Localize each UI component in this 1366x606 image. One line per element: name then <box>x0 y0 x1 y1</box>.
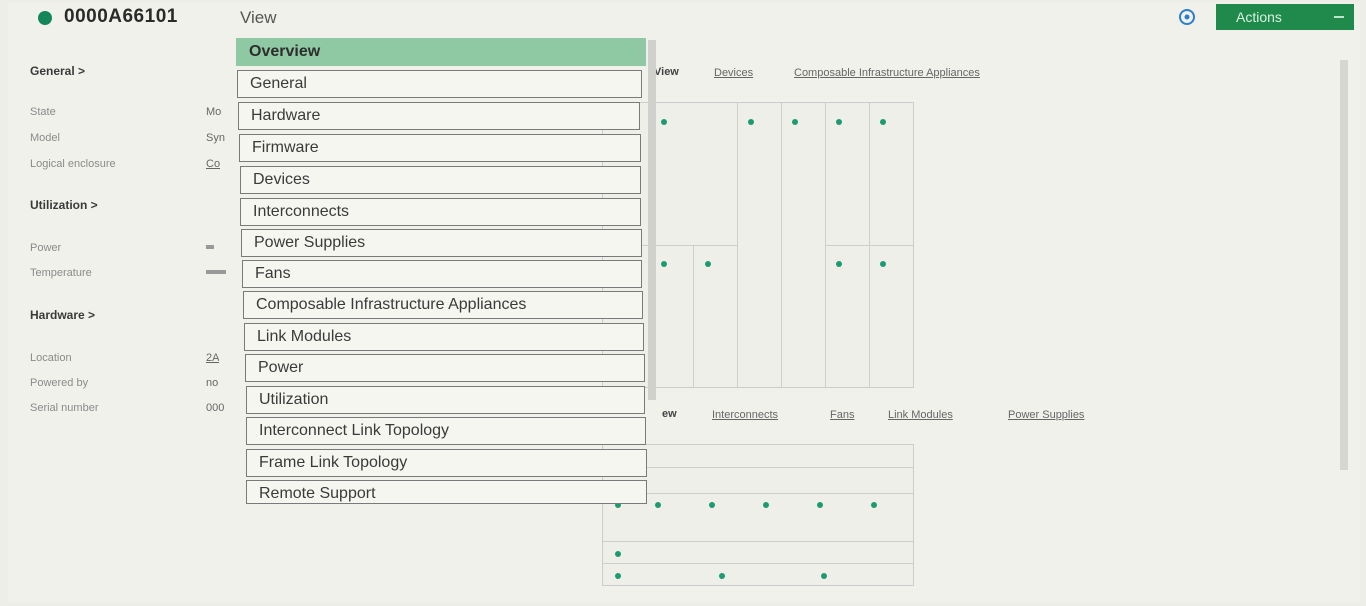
field-label-temperature: Temperature <box>30 267 92 279</box>
menu-scrollbar[interactable] <box>648 40 656 400</box>
field-label-state: State <box>30 106 56 118</box>
menu-item-interconnect-link-topology[interactable]: Interconnect Link Topology <box>246 417 646 445</box>
rear-enclosure-diagram[interactable] <box>602 444 914 586</box>
menu-item-devices[interactable]: Devices <box>240 166 641 194</box>
menu-item-overview[interactable]: Overview <box>236 38 646 66</box>
menu-item-firmware[interactable]: Firmware <box>239 134 641 162</box>
rear-fan-led <box>709 502 715 508</box>
menu-item-interconnects[interactable]: Interconnects <box>240 198 641 226</box>
field-value-logical-enclosure[interactable]: Co <box>206 158 220 170</box>
actions-button-label: Actions <box>1236 9 1282 25</box>
front-bay-led <box>661 119 667 125</box>
page-scrollbar[interactable] <box>1340 60 1348 470</box>
temperature-utilization-bar <box>206 270 226 274</box>
field-label-power: Power <box>30 242 62 254</box>
menu-item-frame-link-topology[interactable]: Frame Link Topology <box>246 449 647 477</box>
rear-psu-led <box>719 573 725 579</box>
enclosure-page: 0000A66101 View Actions General > State … <box>8 2 1360 602</box>
actions-button[interactable]: Actions <box>1216 4 1354 30</box>
menu-item-power-supplies[interactable]: Power Supplies <box>241 229 642 257</box>
field-label-powered-by: Powered by <box>30 377 89 389</box>
menu-item-utilization[interactable]: Utilization <box>246 386 645 414</box>
field-value-model: Syn <box>206 132 225 144</box>
rear-fan-led <box>871 502 877 508</box>
help-icon[interactable] <box>1178 8 1196 26</box>
tab-rear-link-modules[interactable]: Link Modules <box>888 409 953 421</box>
front-bay-led <box>705 261 711 267</box>
front-bay-led <box>836 261 842 267</box>
menu-item-power[interactable]: Power <box>245 354 645 382</box>
rear-psu-led <box>615 573 621 579</box>
tab-front-devices[interactable]: Devices <box>714 67 753 79</box>
menu-item-link-modules[interactable]: Link Modules <box>244 323 644 351</box>
page-header: 0000A66101 View Actions <box>8 2 1360 36</box>
rear-fan-led <box>655 502 661 508</box>
chevron-down-icon <box>1334 16 1344 18</box>
front-bay-led <box>880 261 886 267</box>
rear-interconnect-led <box>615 551 621 557</box>
field-label-model: Model <box>30 132 60 144</box>
tab-front-composable-appliances[interactable]: Composable Infrastructure Appliances <box>794 67 980 79</box>
rear-psu-led <box>821 573 827 579</box>
menu-item-fans[interactable]: Fans <box>242 260 642 288</box>
menu-item-composable-infrastructure-appliances[interactable]: Composable Infrastructure Appliances <box>243 291 643 319</box>
front-bay-led <box>836 119 842 125</box>
field-value-serial-number: 000 <box>206 402 225 414</box>
tab-rear-fans[interactable]: Fans <box>830 409 854 421</box>
rear-fan-led <box>763 502 769 508</box>
front-bay-led <box>880 119 886 125</box>
tab-rear-view[interactable]: ew <box>662 408 677 420</box>
field-label-serial-number: Serial number <box>30 402 99 414</box>
menu-item-hardware[interactable]: Hardware <box>238 102 640 130</box>
view-selector[interactable]: View <box>240 8 277 28</box>
menu-item-remote-support[interactable]: Remote Support <box>246 480 647 504</box>
tab-rear-interconnects[interactable]: Interconnects <box>712 409 778 421</box>
tab-front-view[interactable]: View <box>654 66 679 78</box>
front-bay-led <box>792 119 798 125</box>
utilization-section-link[interactable]: Utilization > <box>30 198 98 212</box>
field-label-location: Location <box>30 352 72 364</box>
enclosure-title: 0000A66101 <box>64 6 178 27</box>
field-value-location[interactable]: 2A <box>206 352 219 364</box>
front-bay-led <box>661 261 667 267</box>
rear-fan-led <box>817 502 823 508</box>
hardware-section-link[interactable]: Hardware > <box>30 308 95 322</box>
field-label-logical-enclosure: Logical enclosure <box>30 158 116 170</box>
menu-item-general[interactable]: General <box>237 70 642 98</box>
field-value-powered-by: no <box>206 377 219 389</box>
field-value-state: Mo <box>206 106 222 118</box>
status-ok-icon <box>38 11 52 25</box>
front-bay-led <box>748 119 754 125</box>
power-utilization-bar <box>206 245 214 249</box>
tab-rear-power-supplies[interactable]: Power Supplies <box>1008 409 1084 421</box>
general-section-link[interactable]: General > <box>30 64 85 78</box>
